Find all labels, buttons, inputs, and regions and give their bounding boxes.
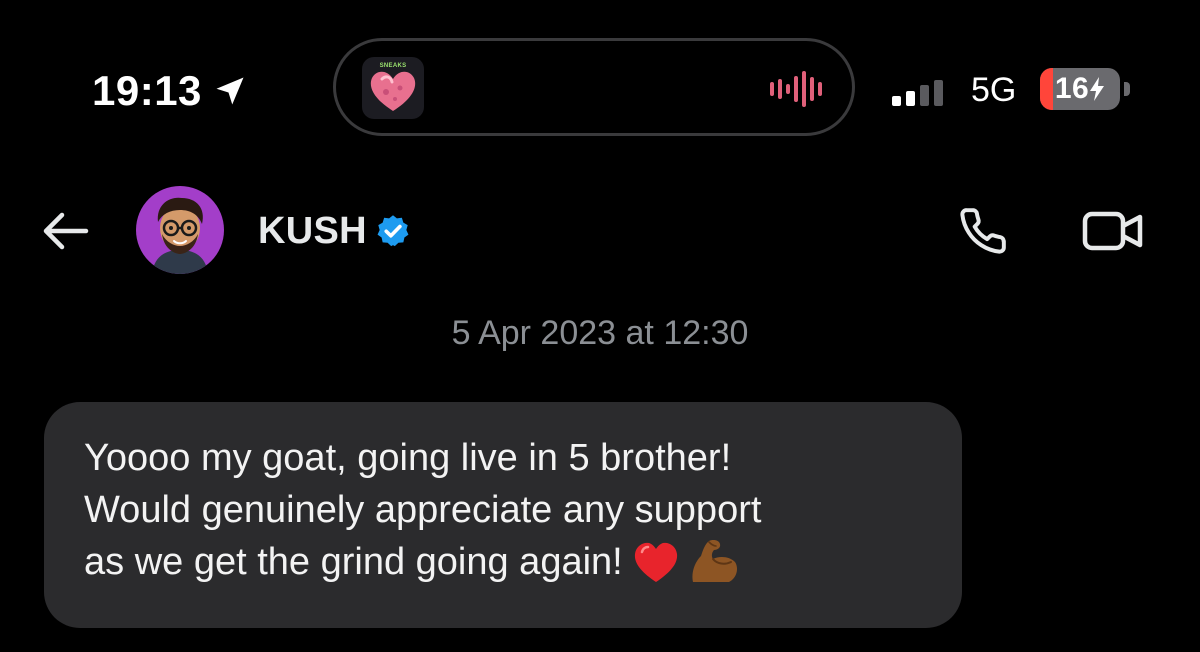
avatar-illustration (152, 197, 208, 274)
island-app-label: SNEAKS (379, 63, 407, 69)
contact-name-group[interactable]: KUSH (258, 208, 411, 254)
network-type: 5G (971, 71, 1017, 109)
battery-indicator: 16 (1040, 68, 1120, 110)
received-message-bubble[interactable]: Yoooo my goat, going live in 5 brother! … (44, 402, 962, 628)
video-camera-icon[interactable] (1082, 208, 1144, 254)
phone-icon[interactable] (958, 206, 1008, 256)
battery-label: 16 (1040, 68, 1120, 110)
battery-nub (1124, 82, 1130, 96)
flexed-biceps-emoji (689, 538, 739, 598)
red-heart-emoji (633, 542, 679, 598)
dynamic-island[interactable]: SNEAKS (333, 38, 855, 136)
charging-bolt-icon (1090, 77, 1105, 101)
back-arrow-icon[interactable] (38, 208, 92, 254)
status-time: 19:13 (92, 67, 202, 114)
message-line-with-emoji: as we get the grind going again! (84, 536, 922, 598)
message-line: Would genuinely appreciate any support (84, 489, 762, 531)
contact-name: KUSH (258, 209, 367, 252)
audio-waveform-icon (770, 71, 822, 107)
location-arrow-icon (216, 77, 244, 105)
message-line: as we get the grind going again! (84, 541, 623, 583)
now-playing-app-icon[interactable]: SNEAKS (362, 57, 424, 119)
message-timestamp: 5 Apr 2023 at 12:30 (451, 314, 749, 352)
verified-badge-icon (377, 215, 409, 247)
message-line: Yoooo my goat, going live in 5 brother! (84, 437, 732, 479)
cellular-signal-icon (892, 80, 943, 106)
battery-level: 16 (1054, 72, 1090, 105)
status-time-group: 19:13 (92, 66, 248, 116)
avatar[interactable] (136, 186, 224, 274)
